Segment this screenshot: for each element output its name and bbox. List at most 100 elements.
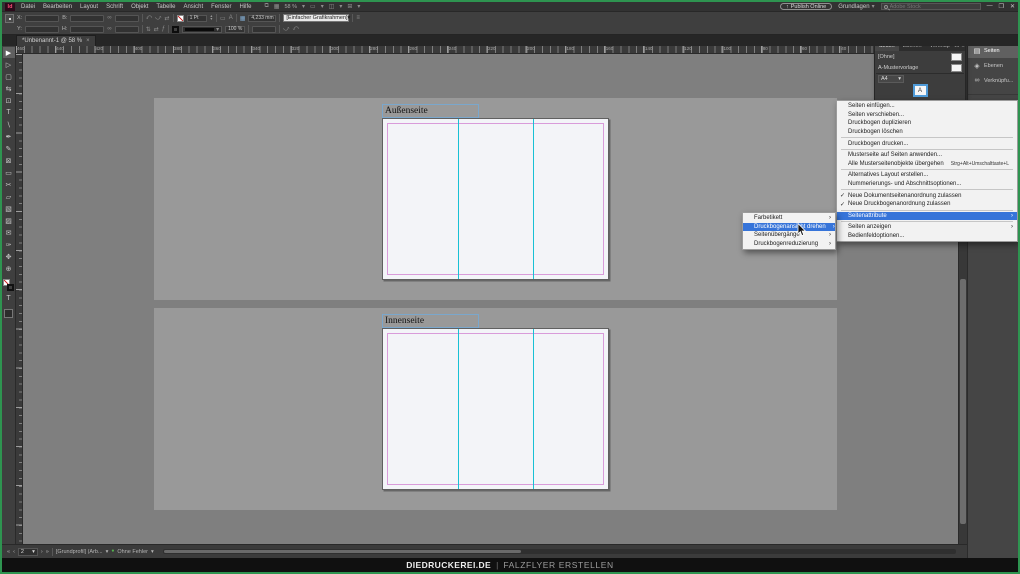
menu-bar-item[interactable]: Schrift [105, 4, 124, 10]
arrange-documents-icon[interactable]: ◫ [329, 3, 335, 10]
bridge-icon[interactable]: ⧉ [264, 3, 268, 10]
menu-bar-item[interactable]: Layout [79, 4, 99, 10]
screen-mode-dropdown-icon[interactable]: ▾ [321, 3, 324, 10]
menu-item[interactable]: ✓ Druckbogen duplizieren › [837, 119, 1017, 128]
menu-item[interactable]: ✓ Neue Druckbogenanordnung zulassen › [837, 200, 1017, 209]
page-thumbnail-selected[interactable]: A [913, 84, 928, 97]
document-page[interactable] [382, 118, 609, 280]
submenu-item[interactable]: ✓ Druckbogenansicht drehen › [743, 223, 835, 232]
rectangle-tool[interactable]: ▭ [3, 167, 15, 178]
stroke-swatch[interactable] [7, 284, 14, 291]
rotate-ccw-icon[interactable]: ⤺ [146, 15, 152, 22]
menu-item[interactable]: ✓ Druckbogen drucken... › [837, 139, 1017, 148]
menu-item[interactable]: ✓ Druckbogen löschen › [837, 128, 1017, 137]
spread-title-frame[interactable]: Innenseite [382, 314, 479, 328]
workspace-dropdown-icon[interactable]: ▾ [872, 3, 875, 10]
master-page-thumbnail[interactable] [951, 53, 962, 61]
menu-bar-item[interactable]: Objekt [130, 4, 149, 10]
workspace-switcher[interactable]: Grundlagen [838, 4, 869, 10]
view-mode-button[interactable] [4, 309, 13, 318]
line-tool[interactable]: ∖ [3, 119, 15, 130]
submenu-item[interactable]: ✓ Farbetikett › [743, 214, 835, 223]
rectangle-frame-tool[interactable]: ⊠ [3, 155, 15, 166]
master-page-thumbnail[interactable] [951, 64, 962, 72]
menu-item[interactable]: ✓ Alle Musterseitenobjekte übergehen Str… [837, 160, 1017, 169]
menu-item[interactable]: ✓ Alternatives Layout erstellen... › [837, 171, 1017, 180]
page-tool[interactable]: ▢ [3, 71, 15, 82]
panel-menu-icon[interactable]: ≡ [356, 15, 360, 21]
arrange-documents-dropdown-icon[interactable]: ▾ [339, 3, 342, 10]
menu-item[interactable]: ✓ Seiten anzeigen › [837, 223, 1017, 232]
note-tool[interactable]: ✉ [3, 227, 15, 238]
content-collector-tool[interactable]: ⊡ [3, 95, 15, 106]
corner-radius-field[interactable]: 4,233 mm [248, 15, 276, 22]
document-canvas[interactable]: Außenseite Innenseite [23, 54, 958, 544]
submenu-item[interactable]: ✓ Druckbogenreduzierung › [743, 240, 835, 249]
first-page-button[interactable]: « [7, 549, 10, 555]
last-page-button[interactable]: » [46, 549, 49, 555]
next-page-button[interactable]: › [41, 549, 43, 555]
stroke-weight-down-icon[interactable]: ▼ [210, 18, 213, 21]
menu-item[interactable]: ✓ Neue Dokumentseitenanordnung zulassen … [837, 191, 1017, 200]
menu-bar-item[interactable]: Ansicht [182, 4, 204, 10]
document-tab[interactable]: *Unbenannt-1 @ 58 % × [16, 35, 96, 46]
scissors-tool[interactable]: ✂ [3, 179, 15, 190]
horizontal-scrollbar[interactable] [163, 549, 956, 554]
type-tool[interactable]: T [3, 107, 15, 118]
page-number-dropdown[interactable]: 2 ▾ [18, 548, 38, 556]
vertical-scrollbar-thumb[interactable] [960, 279, 966, 524]
dock-item-ebenen[interactable]: ◈ Ebenen [968, 58, 1018, 73]
zoom-dropdown-icon[interactable]: ▾ [302, 3, 305, 10]
app-grid-dropdown-icon[interactable]: ▾ [357, 3, 360, 10]
spread-title-frame[interactable]: Außenseite [382, 104, 479, 118]
master-page-row[interactable]: [Ohne] [875, 51, 965, 62]
menu-item[interactable]: ✓ Musterseite auf Seiten anwenden... › [837, 151, 1017, 160]
window-minimize-button[interactable]: — [987, 3, 993, 10]
direct-selection-tool[interactable]: ▷ [3, 59, 15, 70]
constrain-proportions-icon[interactable]: ∞ [107, 15, 111, 21]
width-field[interactable] [70, 15, 104, 22]
pen-tool[interactable]: ✒ [3, 131, 15, 142]
submenu-item[interactable]: ✓ Seitenübergänge › [743, 231, 835, 240]
rotate-cw-icon[interactable]: ⤻ [155, 15, 161, 22]
x-position-field[interactable] [25, 15, 59, 22]
format-container-icon[interactable]: ▭ [220, 15, 226, 22]
hand-tool[interactable]: ✥ [3, 251, 15, 262]
gradient-tool[interactable]: ▧ [3, 203, 15, 214]
object-style-dropdown[interactable]: [Einfacher Grafikrahmen] ▾ [283, 14, 349, 22]
window-restore-button[interactable]: ❐ [999, 3, 1004, 10]
y-position-field[interactable] [25, 26, 59, 33]
horizontal-scrollbar-thumb[interactable] [164, 550, 521, 553]
stroke-weight-field[interactable]: 1 Pt [187, 15, 207, 22]
undo-icon[interactable]: ⤺ [293, 26, 299, 33]
zoom-level-value[interactable]: 58 % [284, 4, 297, 10]
menu-bar-item[interactable]: Tabelle [155, 4, 176, 10]
publish-online-button[interactable]: ↑ Publish Online [780, 3, 832, 10]
reference-point-proxy[interactable] [5, 14, 14, 23]
menu-bar-item[interactable]: Datei [20, 4, 36, 10]
adobe-stock-search[interactable] [881, 3, 981, 10]
window-close-button[interactable]: ✕ [1010, 3, 1015, 10]
fill-stroke-swatches[interactable] [3, 279, 15, 292]
gradient-feather-tool[interactable]: ▨ [3, 215, 15, 226]
menu-item[interactable]: ✓ Seiten verschieben... › [837, 111, 1017, 120]
dock-item-verknuepfungen[interactable]: ∞ Verknüpfu... [968, 73, 1018, 88]
preflight-dropdown-icon[interactable]: ▾ [106, 549, 109, 555]
effects-dropdown[interactable] [252, 26, 276, 33]
page-size-dropdown[interactable]: A4 ▾ [878, 75, 904, 83]
stroke-swatch[interactable] [172, 26, 179, 33]
format-text-icon[interactable]: A [229, 15, 233, 21]
height-field[interactable] [70, 26, 104, 33]
selection-tool[interactable]: ▶ [3, 47, 15, 58]
redo-icon[interactable]: ⤻ [283, 26, 289, 33]
flip-vertical-icon[interactable]: ⇅ [146, 26, 151, 33]
pencil-tool[interactable]: ✎ [3, 143, 15, 154]
corner-options-icon[interactable]: ▦ [240, 15, 246, 22]
menu-bar-item[interactable]: Fenster [210, 4, 232, 10]
fx-icon[interactable]: ƒ [162, 26, 165, 32]
fill-swatch-none[interactable] [177, 15, 184, 22]
stroke-type-dropdown[interactable]: ▾ [182, 26, 222, 33]
document-tab-close-icon[interactable]: × [86, 38, 90, 44]
menu-bar-item[interactable]: Hilfe [238, 4, 252, 10]
flip-horizontal-icon[interactable]: ⇄ [165, 15, 170, 22]
